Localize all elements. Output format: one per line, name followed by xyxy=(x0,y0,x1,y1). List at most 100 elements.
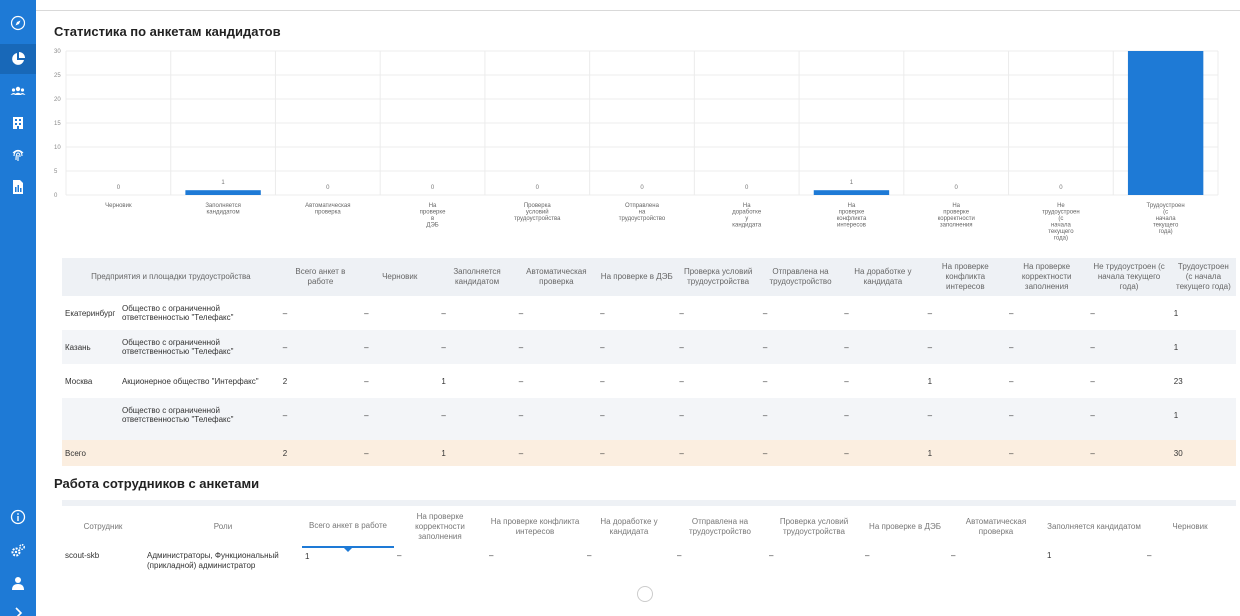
total-row: Всего 2–1– – – – –1– –30 xyxy=(62,440,1236,466)
table-cell: – xyxy=(364,308,369,318)
header-sent[interactable]: Отправлена на трудоустройство xyxy=(674,500,766,547)
table-cell: – xyxy=(438,398,516,432)
table-cell: – xyxy=(518,308,524,318)
table-cell: – xyxy=(600,376,605,386)
table-cell: – xyxy=(762,376,768,386)
document-icon[interactable] xyxy=(0,172,36,202)
y-tick-label: 15 xyxy=(54,121,61,127)
header-filling[interactable]: Заполняется кандидатом xyxy=(1044,500,1144,547)
header-filling[interactable]: Заполняется кандидатом xyxy=(438,258,516,296)
table-cell[interactable]: 1 xyxy=(1170,330,1236,364)
table-cell: – xyxy=(1087,398,1171,432)
table-cell[interactable]: 23 xyxy=(1171,364,1236,398)
header-total[interactable]: Всего анкет в работе xyxy=(279,258,362,296)
table-cell[interactable]: 1 xyxy=(925,364,1006,398)
x-tick-label: начала xyxy=(1156,216,1176,222)
table-cell[interactable]: 1 xyxy=(438,364,515,398)
table-cell: – xyxy=(597,398,677,432)
header-correctness-check[interactable]: На проверке корректности заполнения xyxy=(394,500,486,547)
table-cell[interactable]: 1 xyxy=(1171,296,1236,330)
header-deb-check[interactable]: На проверке в ДЭБ xyxy=(597,258,677,296)
x-tick-label: трудоустроен xyxy=(1042,210,1080,216)
table-cell: – xyxy=(679,376,684,386)
city-link[interactable]: Екатеринбург xyxy=(62,296,119,330)
header-conditions-check[interactable]: Проверка условий трудоустройства xyxy=(766,500,862,547)
header-revision[interactable]: На доработке у кандидата xyxy=(841,258,925,296)
table-cell: – xyxy=(364,376,369,386)
table-cell: – xyxy=(515,330,598,364)
table-cell: – xyxy=(361,398,439,432)
data-label: 0 xyxy=(955,185,959,191)
users-icon[interactable] xyxy=(0,76,36,106)
y-tick-label: 10 xyxy=(54,145,61,151)
table2-header-row: Сотрудник Роли Всего анкет в работе На п… xyxy=(62,500,1236,552)
table-cell[interactable]: 1 xyxy=(1170,398,1236,432)
x-tick-label: кандидата xyxy=(732,223,762,229)
user-icon[interactable] xyxy=(0,568,36,598)
pie-chart-icon[interactable] xyxy=(0,44,36,74)
city-link[interactable]: Казань xyxy=(62,330,119,364)
settings-icon[interactable] xyxy=(0,536,36,566)
organization-link[interactable]: Акционерное общество "Интерфакс" xyxy=(119,364,280,398)
x-tick-label: На xyxy=(952,203,960,209)
header-revision[interactable]: На доработке у кандидата xyxy=(584,500,674,547)
x-tick-label: доработке xyxy=(732,210,762,216)
organization-link[interactable]: Общество с ограниченной ответственностью… xyxy=(118,330,280,364)
header-not-employed[interactable]: Не трудоустроен (с начала текущего года) xyxy=(1087,258,1171,296)
organization-link[interactable]: Общество с ограниченной ответственностью… xyxy=(118,398,280,432)
header-org[interactable]: Предприятия и площадки трудоустройства xyxy=(62,258,280,296)
building-icon[interactable] xyxy=(0,108,36,138)
table-cell: – xyxy=(1090,376,1095,386)
header-employed[interactable]: Трудоустроен (с начала текущего года) xyxy=(1170,258,1236,296)
header-conflict-check[interactable]: На проверке конфликта интересов xyxy=(486,500,584,547)
header-total-label: Всего анкет в работе xyxy=(309,521,387,530)
table-cell[interactable]: 1 xyxy=(1044,547,1144,575)
data-label: 0 xyxy=(640,185,644,191)
x-tick-label: текущего xyxy=(1048,229,1074,235)
compass-icon[interactable] xyxy=(0,8,36,38)
header-draft[interactable]: Черновик xyxy=(361,258,439,296)
header-deb-check[interactable]: На проверке в ДЭБ xyxy=(862,500,948,547)
header-draft[interactable]: Черновик xyxy=(1144,500,1236,547)
total-cell: – xyxy=(1005,440,1088,466)
x-tick-label: На xyxy=(429,203,437,209)
table-cell: – xyxy=(438,330,516,364)
header-roles[interactable]: Роли xyxy=(144,500,302,547)
header-auto-check[interactable]: Автоматическая проверка xyxy=(515,258,598,296)
header-auto-check[interactable]: Автоматическая проверка xyxy=(948,500,1044,547)
x-tick-label: Проверка xyxy=(524,203,552,209)
total-cell: – xyxy=(361,440,439,466)
table-cell: – xyxy=(1005,398,1088,432)
x-tick-label: проверке xyxy=(420,210,446,216)
x-tick-label: года) xyxy=(1159,229,1173,235)
table-cell: – xyxy=(679,308,684,318)
info-icon[interactable] xyxy=(0,502,36,532)
header-conditions-check[interactable]: Проверка условий трудоустройства xyxy=(676,258,760,296)
table-cell: – xyxy=(1087,330,1171,364)
organization-link[interactable]: Общество с ограниченной ответственностью… xyxy=(119,296,280,330)
table-cell: – xyxy=(844,376,849,386)
header-conflict-check[interactable]: На проверке конфликта интересов xyxy=(924,258,1006,296)
table-row: Екатеринбург Общество с ограниченной отве… xyxy=(62,296,1236,330)
table-cell: – xyxy=(282,308,288,318)
x-tick-label: в xyxy=(431,216,434,222)
employees-section-title: Работа сотрудников с анкетами xyxy=(54,476,260,491)
x-tick-label: Черновик xyxy=(105,203,132,209)
header-total-sorted[interactable]: Всего анкет в работе xyxy=(302,500,394,552)
x-tick-label: проверка xyxy=(315,210,341,216)
bar xyxy=(813,190,890,195)
fingerprint-icon[interactable] xyxy=(0,140,36,170)
total-cell: 1 xyxy=(438,440,516,466)
data-label: 1 xyxy=(850,180,854,186)
city-link[interactable]: Москва xyxy=(62,364,119,398)
x-tick-label: интересов xyxy=(837,223,866,229)
x-tick-label: трудоустройство xyxy=(619,215,666,222)
header-sent[interactable]: Отправлена на трудоустройство xyxy=(759,258,842,296)
expand-icon[interactable] xyxy=(0,598,36,616)
table-cell: – xyxy=(518,376,524,386)
table-cell: – xyxy=(600,308,605,318)
header-correctness-check[interactable]: На проверке корректности заполнения xyxy=(1005,258,1088,296)
enterprise-stats-table: Предприятия и площадки трудоустройства В… xyxy=(62,258,1236,466)
table-cell: – xyxy=(279,330,362,364)
header-employee[interactable]: Сотрудник xyxy=(62,500,144,547)
